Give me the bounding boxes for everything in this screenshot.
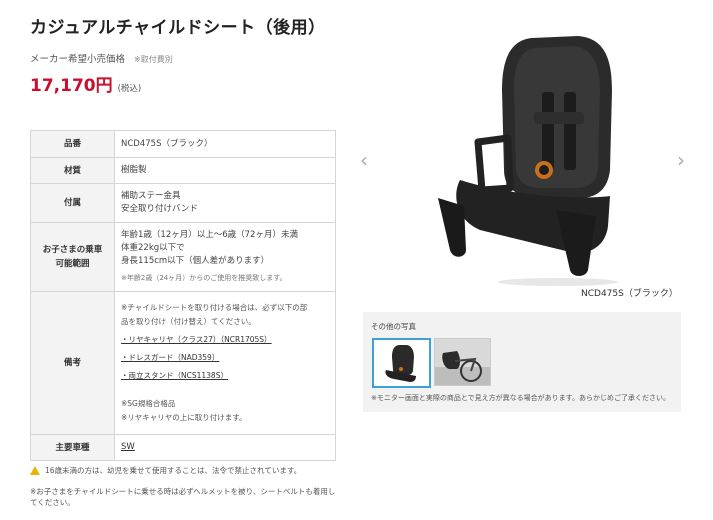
warning-icon	[30, 466, 40, 475]
spec-label: 付属	[30, 183, 115, 223]
spec-table: 品番 NCD475S（ブラック） 材質 樹脂製 付属 補助ステー金具 安全取り付…	[30, 130, 336, 461]
spec-row-remarks: 備考 ※チャイルドシートを取り付ける場合は、必ず以下の部 品を取り付け（付け替え…	[30, 291, 336, 435]
spec-line: 安全取り付けバンド	[121, 204, 198, 214]
price-label-note: ※取付費別	[134, 55, 173, 64]
price-value: 17,170円	[30, 76, 113, 96]
spec-line: 身長115cm以下（個人差があります）	[121, 256, 270, 266]
spec-line: 補助ステー金具	[121, 191, 181, 201]
product-image	[438, 36, 618, 286]
spec-value: NCD475S（ブラック）	[114, 130, 336, 158]
product-gallery: ‹ ›	[360, 20, 685, 290]
product-title: カジュアルチャイルドシート（後用）	[30, 18, 326, 38]
spec-label: お子さまの乗車 可能範囲	[30, 222, 115, 292]
remarks-extra: ※リヤキャリヤの上に取り付けます。	[121, 413, 247, 422]
spec-label: 材質	[30, 157, 115, 184]
spec-value: 年齢1歳（12ヶ月）以上〜6歳（72ヶ月）未満 体重22kg以下で 身長115c…	[114, 222, 336, 292]
spec-label: 備考	[30, 291, 115, 435]
spec-row-main-model: 主要車種 SW	[30, 434, 336, 461]
other-photos-title: その他の写真	[371, 322, 416, 331]
remarks-link-rear-carrier[interactable]: ・リヤキャリヤ（クラス27）（NCR1705S）	[121, 335, 272, 344]
spec-value: SW	[114, 434, 336, 461]
spec-row-child-range: お子さまの乗車 可能範囲 年齢1歳（12ヶ月）以上〜6歳（72ヶ月）未満 体重2…	[30, 222, 336, 292]
price-label-text: メーカー希望小売価格	[30, 54, 126, 65]
thumbnail-bike[interactable]	[434, 338, 491, 386]
spec-label: 品番	[30, 130, 115, 158]
bike-thumbnail-image	[435, 339, 490, 385]
remarks-link-stand[interactable]: ・両立スタンド（NCS1138S）	[121, 371, 228, 380]
spec-row-material: 材質 樹脂製	[30, 157, 336, 184]
remarks-extra: ※SG規格合格品	[121, 399, 176, 408]
spec-label-line: お子さまの乗車	[42, 245, 103, 255]
spec-value: ※チャイルドシートを取り付ける場合は、必ず以下の部 品を取り付け（付け替え）てく…	[114, 291, 336, 435]
tax-note: (税込)	[117, 84, 142, 94]
remarks-intro: 品を取り付け（付け替え）てください。	[121, 317, 256, 326]
spec-label-line: 可能範囲	[55, 259, 90, 269]
spec-row-part-number: 品番 NCD475S（ブラック）	[30, 130, 336, 158]
spec-row-accessories: 付属 補助ステー金具 安全取り付けバンド	[30, 183, 336, 223]
price-label: メーカー希望小売価格 ※取付費別	[30, 51, 173, 65]
gallery-caption: NCD475S（ブラック）	[581, 289, 678, 299]
helmet-notice: ※お子さまをチャイルドシートに乗せる時は必ずヘルメットを被り、シートベルトも着用…	[30, 487, 336, 507]
spec-line: 体重22kg以下で	[121, 243, 185, 253]
spec-small-note: ※年齢2歳（24ヶ月）からのご使用を推奨致します。	[121, 274, 287, 282]
spec-label: 主要車種	[30, 434, 115, 461]
spec-line: 年齢1歳（12ヶ月）以上〜6歳（72ヶ月）未満	[121, 230, 298, 240]
remarks-intro: ※チャイルドシートを取り付ける場合は、必ず以下の部	[121, 303, 308, 312]
monitor-note: ※モニター画面と実際の商品とで見え方が異なる場合があります。あらかじめご了承くだ…	[371, 394, 670, 402]
thumbnail-seat[interactable]	[372, 338, 431, 388]
spec-value: 補助ステー金具 安全取り付けバンド	[114, 183, 336, 223]
remarks-link-dress-guard[interactable]: ・ドレスガード（NAD359）	[121, 353, 219, 362]
price: 17,170円 (税込)	[30, 71, 141, 96]
warning-text: 16歳未満の方は、幼児を乗せて使用することは、法令で禁止されています。	[45, 466, 302, 475]
other-photos-panel: その他の写真 ※モニター画面と実際の商品とで見え方が異なる場合があります。あらか…	[363, 312, 681, 412]
main-model-link[interactable]: SW	[121, 442, 135, 452]
spec-value: 樹脂製	[114, 157, 336, 184]
seat-thumbnail-image	[374, 340, 429, 386]
warning-notice: 16歳未満の方は、幼児を乗せて使用することは、法令で禁止されています。	[30, 465, 301, 476]
